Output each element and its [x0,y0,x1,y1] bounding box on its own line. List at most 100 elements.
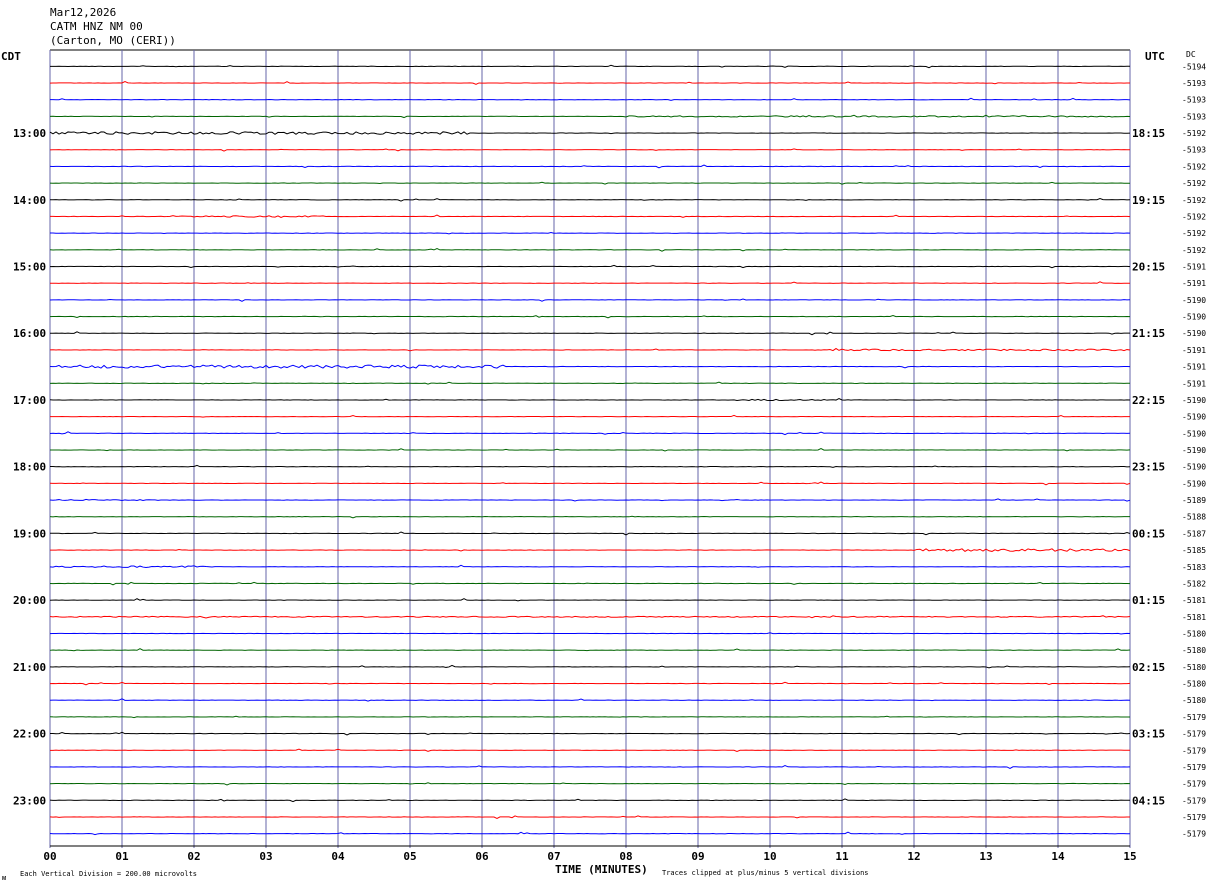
x-tick-label: 02 [187,850,200,863]
dc-value-label: -5180 [1182,663,1206,672]
helicorder-chart: 00 01 02 03 04 05 06 07 08 09 10 11 12 13 14 15 -5194 -51… [1,6,1206,882]
labels: 00 01 02 03 04 05 06 07 08 09 10 11 12 13 14 15 -5194 -51… [13,62,1206,863]
right-hour-label: 02:15 [1132,661,1165,674]
seismic-trace [49,548,1131,552]
right-hour-label: 23:15 [1132,461,1165,474]
dc-value-label: -5192 [1182,246,1206,255]
dc-value-label: -5189 [1182,496,1206,505]
right-hour-label: 00:15 [1132,527,1165,540]
dc-value-label: -5180 [1182,680,1206,689]
dc-value-label: -5179 [1182,830,1206,839]
x-tick-label: 08 [619,850,632,863]
scale-note: Each Vertical Division = 200.00 microvol… [20,870,197,878]
seismic-trace [49,531,1131,536]
left-hour-label: 21:00 [13,661,46,674]
seismic-trace [49,498,1131,502]
dc-value-label: -5179 [1182,763,1206,772]
x-tick-label: 05 [403,850,416,863]
dc-value-label: -5185 [1182,546,1206,555]
seismic-trace [49,448,1131,452]
seismic-trace [49,197,1131,202]
left-axis-label: CDT [1,50,21,63]
left-hour-label: 19:00 [13,527,46,540]
dc-value-label: -5191 [1182,263,1206,272]
seismic-trace [49,698,1131,702]
dc-value-label: -5181 [1182,596,1206,605]
dc-value-label: -5180 [1182,696,1206,705]
right-hour-label: 03:15 [1132,728,1165,741]
seismic-trace [49,97,1131,101]
seismic-trace [49,414,1130,418]
seismic-trace [49,298,1131,302]
dc-value-label: -5193 [1182,79,1206,88]
dc-value-label: -5179 [1182,813,1206,822]
dc-value-label: -5179 [1182,713,1206,722]
seismic-trace [49,632,1131,635]
seismic-trace [49,214,1131,218]
x-tick-label: 07 [547,850,560,863]
dc-value-label: -5190 [1182,313,1206,322]
dc-value-label: -5190 [1182,396,1206,405]
dc-value-label: -5180 [1182,629,1206,638]
seismic-trace [49,681,1131,686]
dc-value-label: -5190 [1182,479,1206,488]
header-date: Mar12,2026 [50,6,116,19]
seismic-trace [49,381,1131,385]
x-tick-label: 10 [763,850,776,863]
dc-value-label: -5191 [1182,346,1206,355]
dc-value-label: -5190 [1182,329,1206,338]
seismic-trace [50,64,1131,69]
seismic-trace [49,232,1131,235]
dc-value-label: -5180 [1182,646,1206,655]
seismic-trace [49,648,1131,652]
seismic-trace [49,782,1131,786]
dc-value-label: -5193 [1182,146,1206,155]
dc-value-label: -5194 [1182,62,1206,71]
dc-value-label: -5190 [1182,463,1206,472]
left-hour-label: 22:00 [13,728,46,741]
x-tick-label: 03 [259,850,272,863]
left-hour-label: 15:00 [13,261,46,274]
left-hour-label: 14:00 [13,194,46,207]
left-hour-label: 17:00 [13,394,46,407]
x-tick-label: 13 [979,850,992,863]
dc-value-label: -5187 [1182,529,1206,538]
seismic-trace [49,764,1131,769]
dc-value-label: -5192 [1182,212,1206,221]
seismic-trace [49,315,1131,319]
right-hour-label: 21:15 [1132,327,1165,340]
seismic-trace [49,831,1131,836]
dc-value-label: -5188 [1182,513,1206,522]
seismic-trace [49,798,1130,803]
left-hour-label: 23:00 [13,794,46,807]
seismic-trace [49,397,1131,402]
right-hour-label: 20:15 [1132,261,1165,274]
dc-value-label: -5192 [1182,229,1206,238]
left-hour-label: 16:00 [13,327,46,340]
header-location: (Carton, MO (CERI)) [50,34,176,47]
seismic-trace [49,481,1131,486]
left-hour-label: 20:00 [13,594,46,607]
dc-value-label: -5190 [1182,429,1206,438]
seismic-trace [49,664,1131,669]
x-tick-label: 15 [1123,850,1136,863]
seismic-trace [49,248,1131,252]
seismic-trace [49,364,1131,369]
seismic-trace [49,715,1131,719]
traces [49,64,1131,836]
dc-value-label: -5182 [1182,579,1206,588]
dc-value-label: -5193 [1182,96,1206,105]
seismic-trace [49,281,1131,284]
dc-value-label: -5192 [1182,129,1206,138]
seismic-trace [49,581,1131,586]
dc-value-label: -5183 [1182,563,1206,572]
dc-value-label: -5192 [1182,196,1206,205]
x-tick-label: 06 [475,850,489,863]
seismic-trace [49,431,1131,436]
dc-value-label: -5191 [1182,363,1206,372]
seismic-trace [49,748,1131,752]
seismic-trace [49,264,1131,269]
dc-value-label: -5190 [1182,413,1206,422]
grid [49,49,1131,848]
seismic-trace [49,731,1131,736]
